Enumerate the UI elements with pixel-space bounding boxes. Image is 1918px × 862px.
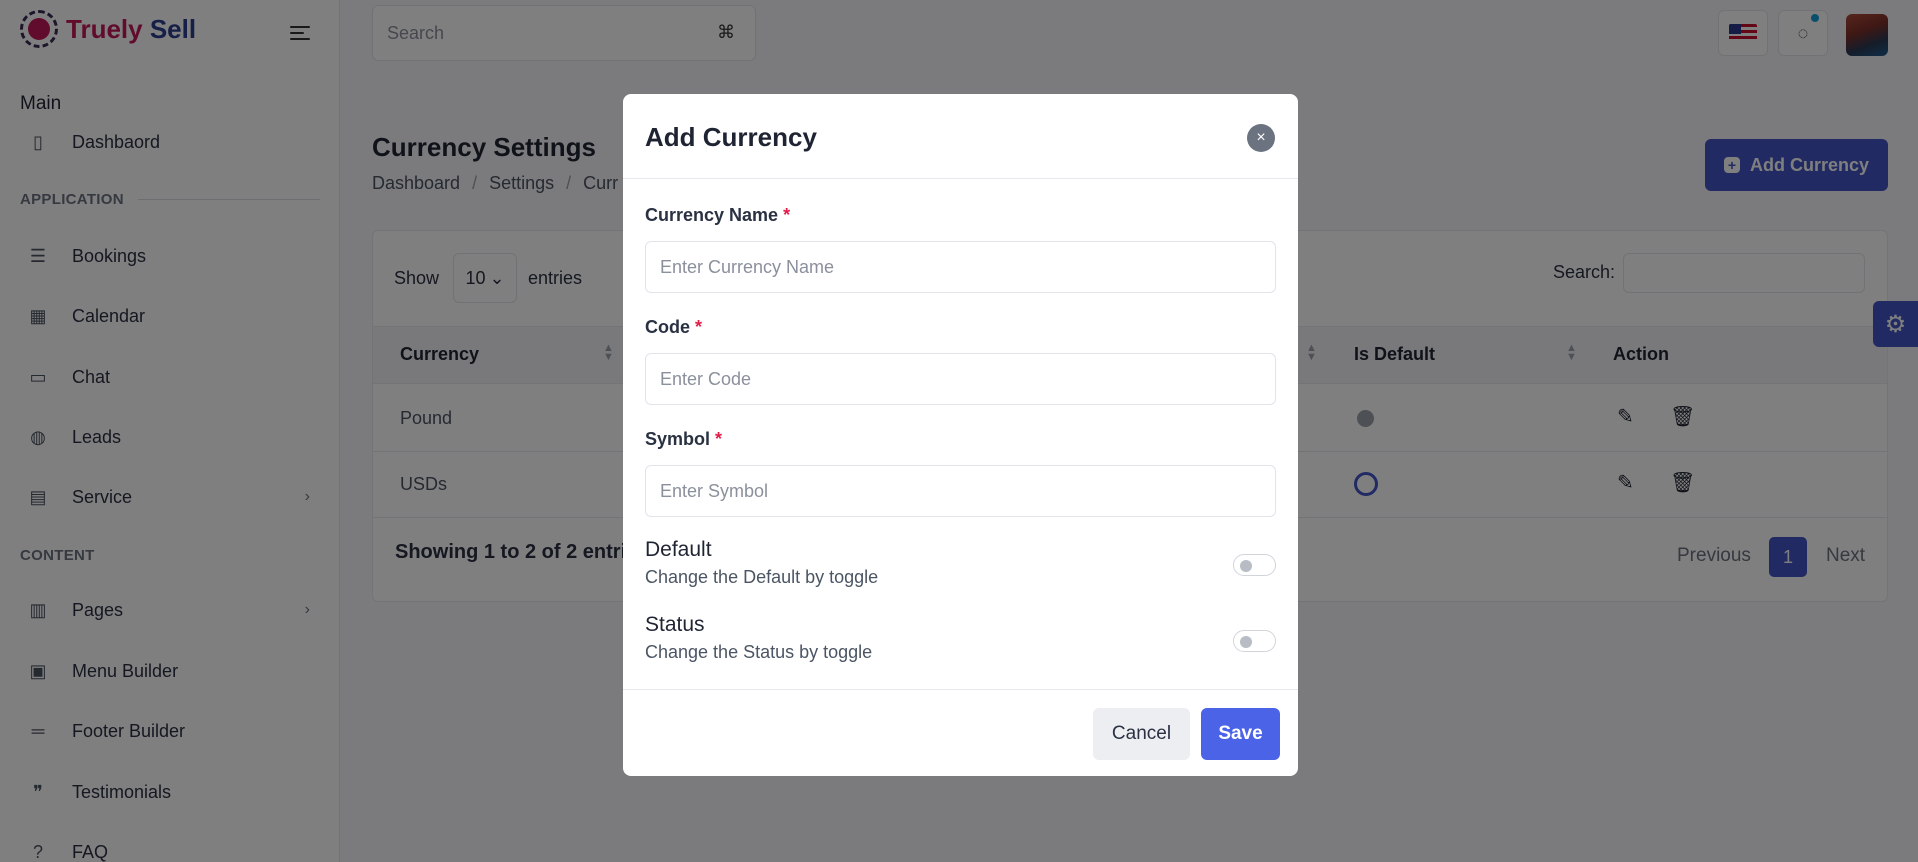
label-text: Symbol [645, 429, 711, 449]
close-icon[interactable]: × [1247, 124, 1275, 152]
required-mark: * [783, 205, 791, 225]
default-description: Change the Default by toggle [645, 567, 879, 587]
currency-name-label: Currency Name * [645, 205, 790, 226]
modal-title: Add Currency [645, 122, 817, 152]
symbol-input[interactable] [645, 465, 1276, 517]
modal-footer-divider [623, 689, 1298, 690]
add-currency-modal: Add Currency × Currency Name * Code * Sy… [623, 94, 1298, 776]
label-text: Currency Name [645, 205, 779, 225]
symbol-label: Symbol * [645, 429, 722, 450]
save-button[interactable]: Save [1201, 708, 1280, 760]
currency-name-input[interactable] [645, 241, 1276, 293]
status-toggle[interactable] [1233, 630, 1276, 652]
modal-header: Add Currency × [623, 94, 1298, 179]
default-toggle[interactable] [1233, 554, 1276, 576]
status-title: Status [645, 613, 705, 636]
required-mark: * [695, 317, 703, 337]
code-input[interactable] [645, 353, 1276, 405]
cancel-button[interactable]: Cancel [1093, 708, 1190, 760]
status-description: Change the Status by toggle [645, 642, 873, 662]
required-mark: * [715, 429, 723, 449]
label-text: Code [645, 317, 690, 337]
default-title: Default [645, 538, 712, 561]
code-label: Code * [645, 317, 702, 338]
